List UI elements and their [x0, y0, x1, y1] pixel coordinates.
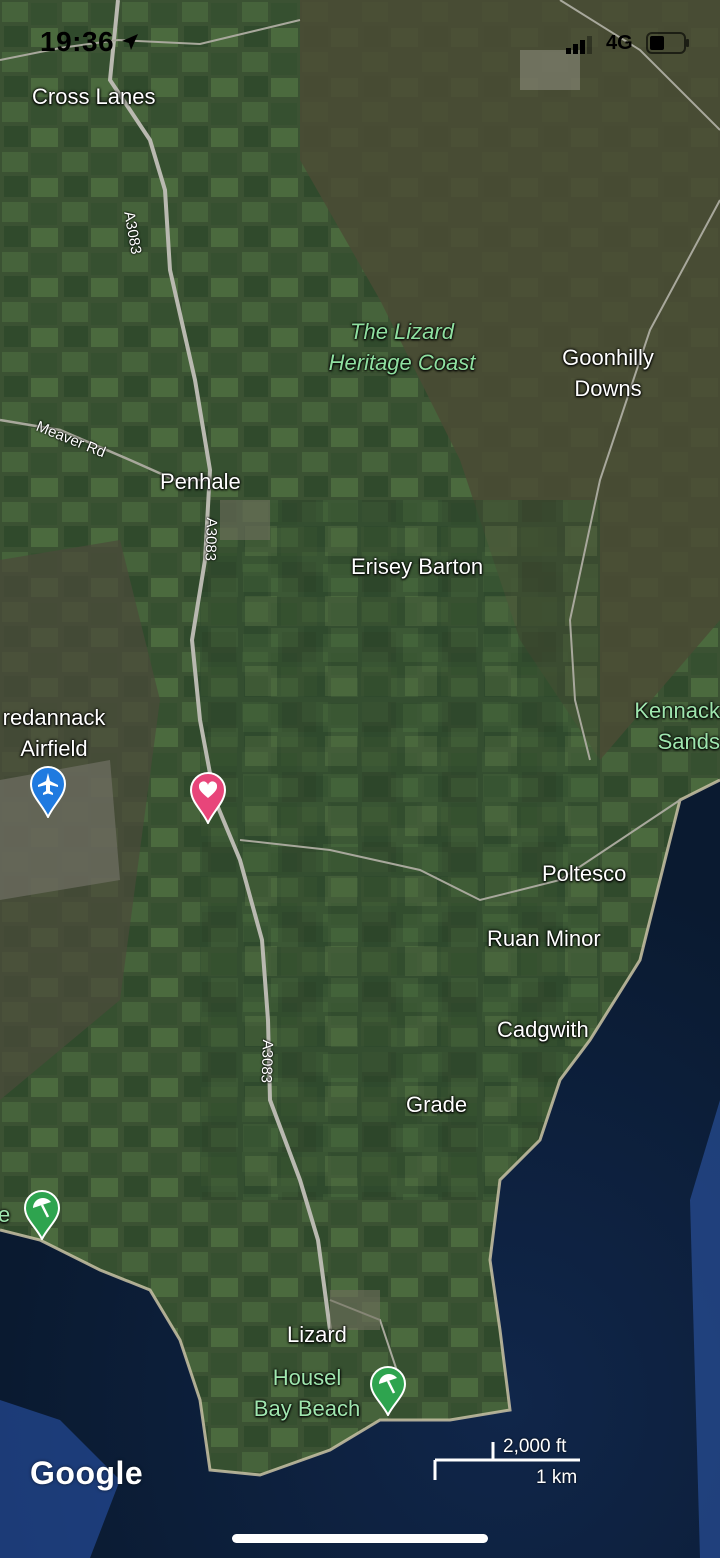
- cellular-signal-icon: [566, 36, 592, 54]
- place-predannack-line2: Airfield: [20, 736, 88, 761]
- scale-metric: 1 km: [536, 1467, 578, 1488]
- heart-icon[interactable]: [190, 772, 226, 824]
- battery-icon: [646, 32, 689, 54]
- place-lizard-heritage-line1: The Lizard: [350, 319, 454, 344]
- place-predannack-line1: redannack: [2, 705, 106, 730]
- place-kennack-line1: Kennack: [634, 698, 720, 723]
- place-housel-line2: Bay Beach: [253, 1396, 361, 1421]
- google-logo: Google: [30, 1455, 144, 1491]
- place-cadgwith[interactable]: Cadgwith: [497, 1017, 589, 1043]
- beach-umbrella-icon[interactable]: [24, 1190, 60, 1240]
- place-housel-bay-beach[interactable]: Housel Bay Beach: [248, 1362, 366, 1424]
- place-goonhilly-line2: Downs: [574, 376, 642, 401]
- road-label-a3083-middle: A3083: [201, 517, 220, 562]
- place-penhale[interactable]: Penhale: [160, 469, 241, 495]
- central-fields: [200, 500, 600, 1200]
- status-time: 19:36: [40, 26, 115, 57]
- location-arrow-icon: [122, 34, 138, 50]
- place-poltesco[interactable]: Poltesco: [542, 861, 626, 887]
- place-cross-lanes[interactable]: Cross Lanes: [32, 84, 156, 110]
- place-lizard-heritage-line2: Heritage Coast: [328, 350, 476, 375]
- place-grade[interactable]: Grade: [406, 1092, 467, 1118]
- place-cut-label-left[interactable]: e: [0, 1202, 10, 1228]
- beach-umbrella-icon[interactable]: [370, 1366, 406, 1416]
- place-ruan-minor[interactable]: Ruan Minor: [487, 926, 601, 952]
- place-lizard[interactable]: Lizard: [287, 1322, 347, 1348]
- place-kennack-sands[interactable]: Kennack Sands: [610, 695, 720, 757]
- home-indicator[interactable]: [232, 1534, 488, 1543]
- place-goonhilly-downs[interactable]: Goonhilly Downs: [550, 342, 666, 404]
- road-label-a3083-south: A3083: [257, 1039, 276, 1084]
- place-kennack-line2: Sands: [657, 729, 720, 754]
- place-lizard-heritage-coast[interactable]: The Lizard Heritage Coast: [318, 316, 486, 378]
- scale-imperial: 2,000 ft: [503, 1436, 567, 1457]
- place-predannack-airfield[interactable]: redannack Airfield: [0, 702, 114, 764]
- satellite-map[interactable]: [0, 0, 720, 1558]
- place-housel-line1: Housel: [272, 1365, 342, 1390]
- status-bar: 19:36 4G: [0, 0, 720, 88]
- airplane-icon[interactable]: [30, 766, 66, 818]
- network-type: 4G: [606, 32, 633, 54]
- place-erisey-barton[interactable]: Erisey Barton: [351, 554, 483, 580]
- place-goonhilly-line1: Goonhilly: [562, 345, 654, 370]
- penhale-village-area: [220, 500, 270, 540]
